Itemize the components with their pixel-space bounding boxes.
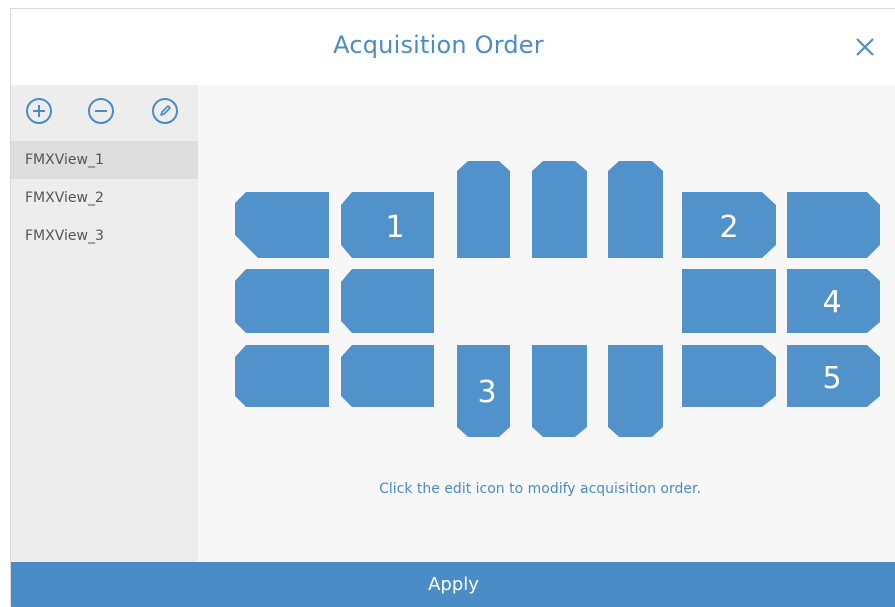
plus-circle-icon[interactable]	[25, 97, 53, 125]
dialog-header: Acquisition Order	[11, 9, 895, 85]
tile-bottom-right-inner[interactable]	[682, 345, 776, 407]
acquisition-order-dialog: Acquisition Order FMXView_1 FMXView_2 FM…	[10, 8, 895, 607]
edit-hint-text: Click the edit icon to modify acquisitio…	[379, 481, 701, 497]
tile-bottom-left-outer[interactable]	[235, 345, 329, 407]
view-list-item-3[interactable]: FMXView_3	[11, 217, 198, 255]
tile-lower-anterior-3[interactable]	[608, 345, 663, 437]
tooth-layout: 1 2 3 4 5	[235, 161, 880, 437]
order-label-2: 2	[719, 210, 738, 245]
tile-bottom-left-inner[interactable]	[341, 345, 434, 407]
apply-button[interactable]: Apply	[11, 562, 895, 607]
tile-upper-anterior-1[interactable]	[457, 161, 510, 258]
order-label-1: 1	[385, 210, 404, 245]
dialog-title: Acquisition Order	[333, 31, 544, 59]
tile-top-right-outer[interactable]	[787, 192, 880, 258]
order-label-5: 5	[822, 361, 841, 396]
tile-upper-anterior-3[interactable]	[608, 161, 663, 258]
tile-mid-left-inner[interactable]	[341, 269, 434, 333]
sidebar-toolbar	[11, 85, 198, 135]
edit-pen-icon[interactable]	[151, 97, 179, 125]
tile-upper-anterior-2[interactable]	[532, 161, 587, 258]
minus-circle-icon[interactable]	[87, 97, 115, 125]
tile-mid-right-inner[interactable]	[682, 269, 776, 333]
close-icon[interactable]	[851, 33, 879, 61]
order-label-3: 3	[477, 375, 496, 410]
tile-lower-anterior-2[interactable]	[532, 345, 587, 437]
acquisition-layout-panel: 1 2 3 4 5 Click the edit icon to modify …	[198, 85, 895, 562]
view-list-item-2[interactable]: FMXView_2	[11, 179, 198, 217]
order-label-4: 4	[822, 285, 841, 320]
tile-mid-left-outer[interactable]	[235, 269, 329, 333]
tile-top-left-outer[interactable]	[235, 192, 329, 258]
view-list-item-1[interactable]: FMXView_1	[11, 141, 198, 179]
view-list-sidebar: FMXView_1 FMXView_2 FMXView_3	[11, 85, 198, 562]
